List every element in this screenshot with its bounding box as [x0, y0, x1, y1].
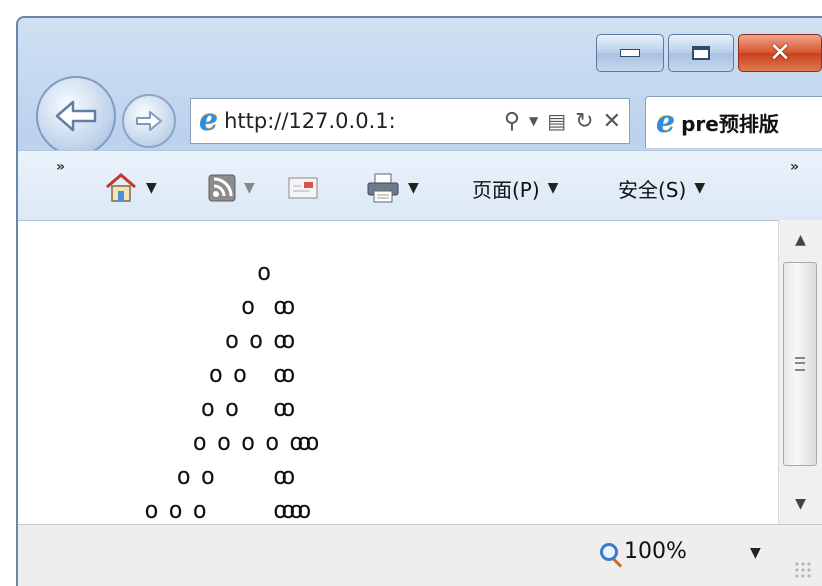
zoom-icon [600, 542, 618, 561]
back-button[interactable] [36, 76, 116, 156]
safety-menu-label: 安全(S) [618, 177, 687, 202]
zoom-level: 100% [624, 539, 687, 564]
pre-line: o o o oooo [104, 496, 311, 524]
chevron-down-icon[interactable]: ▼ [244, 180, 255, 196]
chevron-more-left[interactable]: » [56, 159, 65, 175]
ie-tab-icon: e [656, 104, 676, 140]
read-mail-button[interactable] [288, 171, 318, 205]
maximize-icon [692, 46, 710, 60]
url-text[interactable]: http://127.0.0.1: [224, 109, 396, 133]
home-button[interactable]: ▼ [104, 171, 157, 205]
status-bar: 100% ▼ [18, 524, 822, 586]
pre-line: o o o o ooo [104, 428, 320, 456]
pre-line: o [104, 258, 271, 286]
chevron-down-icon: ▼ [547, 180, 559, 196]
scroll-thumb[interactable] [783, 262, 817, 466]
chevron-down-icon[interactable]: ▼ [146, 180, 157, 196]
zoom-control[interactable]: 100% [600, 539, 687, 564]
minimize-icon [620, 49, 640, 57]
scroll-up-button[interactable]: ▲ [779, 220, 822, 260]
mail-icon [288, 177, 318, 199]
pre-line: o o oo [104, 462, 295, 490]
printer-icon [367, 173, 399, 203]
pre-line: o oo [104, 292, 296, 320]
back-arrow-icon [55, 100, 97, 132]
pre-line: o o oo [104, 326, 296, 354]
page-content: o o oo o o oo o o oo o o oo o o o o ooo … [18, 220, 778, 524]
tab-title: pre预排版 [681, 112, 779, 136]
tab-pre[interactable]: e pre预排版 [645, 96, 822, 148]
maximize-button[interactable] [668, 34, 734, 72]
forward-arrow-icon [136, 111, 162, 131]
refresh-icon[interactable]: ↻ [575, 109, 593, 134]
compatibility-icon[interactable]: ▤ [547, 109, 566, 133]
zoom-dropdown[interactable]: ▼ [750, 545, 761, 561]
chevron-more-right[interactable]: » [790, 159, 799, 175]
ie-page-icon: e [199, 103, 219, 138]
scroll-down-button[interactable]: ▼ [779, 484, 822, 524]
print-button[interactable]: ▼ [366, 171, 419, 205]
preformatted-text: o o oo o o oo o o oo o o oo o o o o ooo … [104, 255, 320, 527]
resize-grip-icon[interactable] [794, 561, 812, 579]
grip-icon [795, 357, 805, 371]
forward-button[interactable] [122, 94, 176, 148]
home-icon [106, 173, 136, 202]
command-bar: » » ▼ ▼ ▼ 页面(P) ▼ 安全(S) ▼ [18, 150, 822, 220]
page-menu-label: 页面(P) [472, 177, 540, 202]
close-window-button[interactable]: ✕ [738, 34, 822, 72]
page-menu[interactable]: 页面(P) ▼ [472, 171, 558, 205]
chevron-down-icon[interactable]: ▼ [529, 114, 538, 128]
pre-line: o o oo [104, 360, 296, 388]
safety-menu[interactable]: 安全(S) ▼ [618, 171, 705, 205]
chevron-down-icon[interactable]: ▼ [408, 180, 419, 196]
pre-line: o o oo [104, 394, 296, 422]
stop-icon[interactable]: ✕ [603, 109, 621, 134]
address-bar[interactable]: e http://127.0.0.1: ⚲ ▼ ▤ ↻ ✕ [190, 98, 630, 144]
search-icon[interactable]: ⚲ [504, 109, 520, 134]
minimize-button[interactable] [596, 34, 664, 72]
feeds-button[interactable]: ▼ [208, 171, 255, 205]
close-icon: ✕ [769, 38, 791, 68]
rss-feed-icon [208, 174, 236, 202]
chevron-down-icon: ▼ [694, 180, 706, 196]
vertical-scrollbar[interactable]: ▲ ▼ [778, 220, 822, 524]
